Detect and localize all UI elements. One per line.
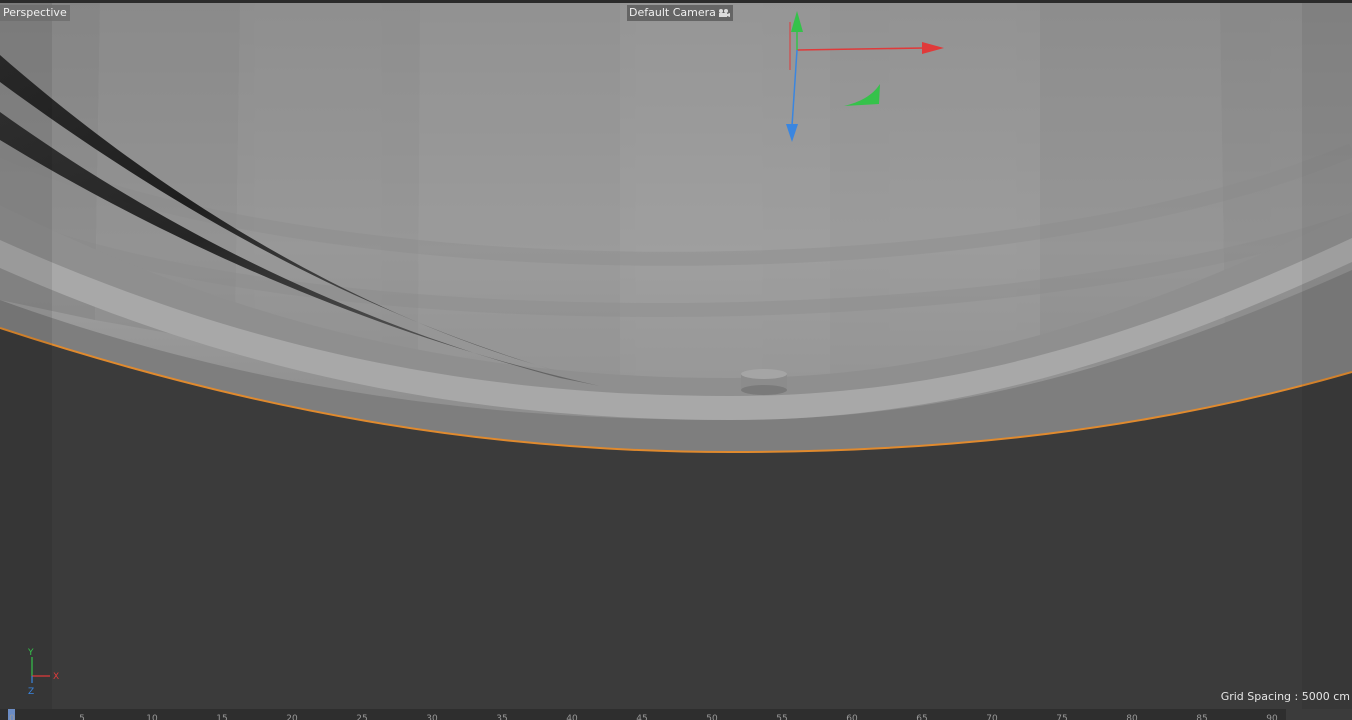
left-side-panel xyxy=(0,3,52,709)
grid-spacing-readout: Grid Spacing : 5000 cm xyxy=(1220,690,1350,703)
axis-y-label: Y xyxy=(27,648,34,658)
timeline-tick-label: 45 xyxy=(636,714,648,720)
camera-icon xyxy=(718,9,730,17)
timeline-tick-label: 15 xyxy=(216,714,228,720)
timeline-tick-label: 60 xyxy=(846,714,858,720)
viewport-scene[interactable] xyxy=(0,0,1352,720)
timeline-tick-label: 85 xyxy=(1196,714,1208,720)
timeline-tick-label: 80 xyxy=(1126,714,1138,720)
timeline-tick-label: 10 xyxy=(146,714,158,720)
right-side-panel xyxy=(1302,3,1352,709)
camera-name: Default Camera xyxy=(629,6,716,19)
view-name-label[interactable]: Perspective xyxy=(0,5,70,21)
timeline-tick-label: 20 xyxy=(286,714,298,720)
axis-x-label: X xyxy=(53,672,59,682)
timeline-tick-label: 50 xyxy=(706,714,718,720)
timeline-tick-label: 35 xyxy=(496,714,508,720)
timeline-ruler[interactable]: 0 5 10 15 20 25 30 35 40 45 50 55 60 65 70 75 80 85 90 xyxy=(0,709,1352,720)
timeline-corner xyxy=(1286,709,1352,720)
timeline-tick-label: 25 xyxy=(356,714,368,720)
timeline-tick-label: 70 xyxy=(986,714,998,720)
cylinder-object[interactable] xyxy=(741,369,787,395)
viewport-top-border xyxy=(0,0,1352,3)
axis-z-label: Z xyxy=(28,687,34,697)
3d-viewport[interactable]: Perspective Default Camera Grid Spacing … xyxy=(0,0,1352,720)
timeline-tick-label: 65 xyxy=(916,714,928,720)
timeline-tick-label: 30 xyxy=(426,714,438,720)
timeline-tick-label: 90 xyxy=(1266,714,1278,720)
timeline-tick-label: 55 xyxy=(776,714,788,720)
timeline-tick-label: 75 xyxy=(1056,714,1068,720)
timeline-tick-label: 5 xyxy=(79,714,85,720)
world-axis-indicator: Y X Z xyxy=(27,648,59,697)
camera-selector[interactable]: Default Camera xyxy=(627,5,733,21)
timeline-tick-label: 0 xyxy=(9,714,15,720)
timeline-tick-label: 40 xyxy=(566,714,578,720)
